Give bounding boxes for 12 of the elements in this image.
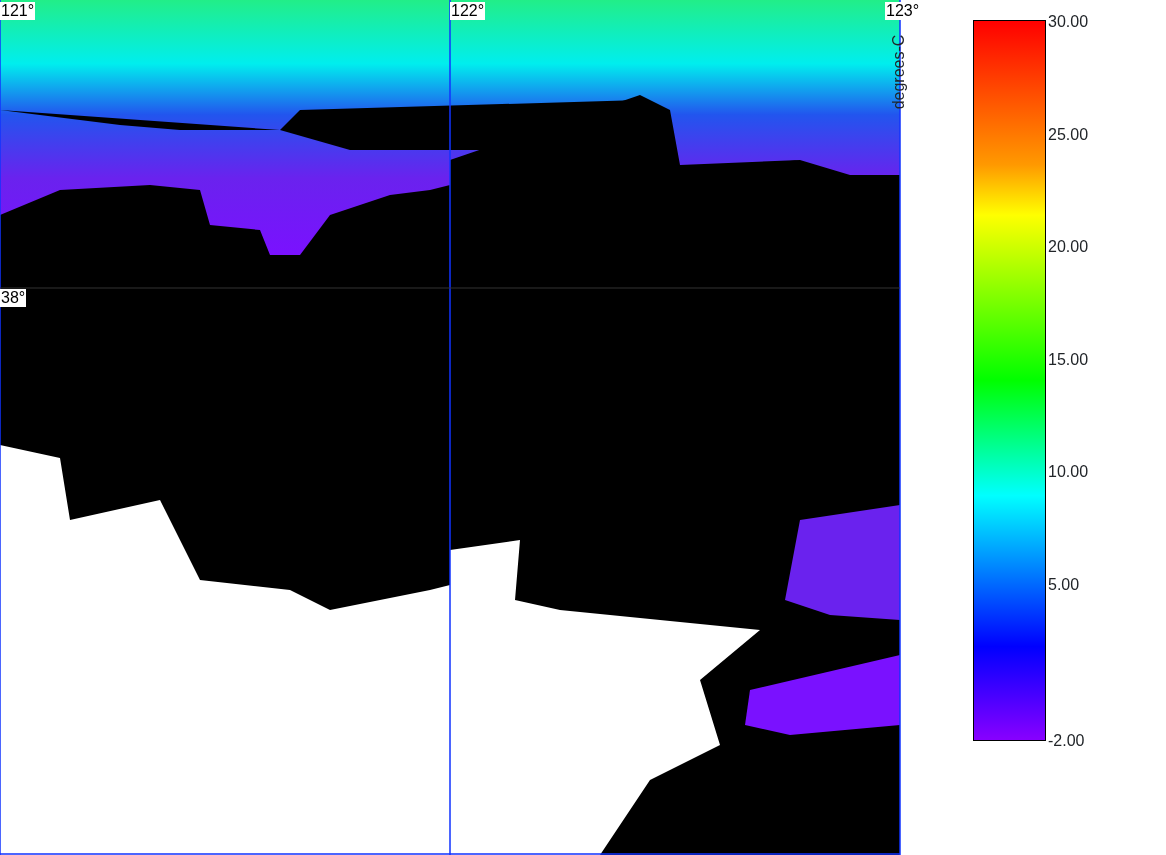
- tick-label: 5.00: [1048, 575, 1080, 594]
- latitude-label: 38°: [0, 289, 27, 307]
- tick-label: 10.00: [1048, 463, 1089, 481]
- tick-label: -2.00: [1048, 732, 1085, 750]
- longitude-label: 121°: [0, 2, 36, 20]
- longitude-label: 122°: [450, 2, 486, 20]
- colorbar-title: degrees-C: [889, 34, 909, 110]
- tick-label: 30.00: [1048, 13, 1089, 31]
- tick-label: 15.00: [1048, 350, 1089, 369]
- longitude-label: 123°: [885, 2, 921, 20]
- tick-label: 20.00: [1048, 238, 1089, 256]
- tick-label: 25.00: [1048, 125, 1089, 144]
